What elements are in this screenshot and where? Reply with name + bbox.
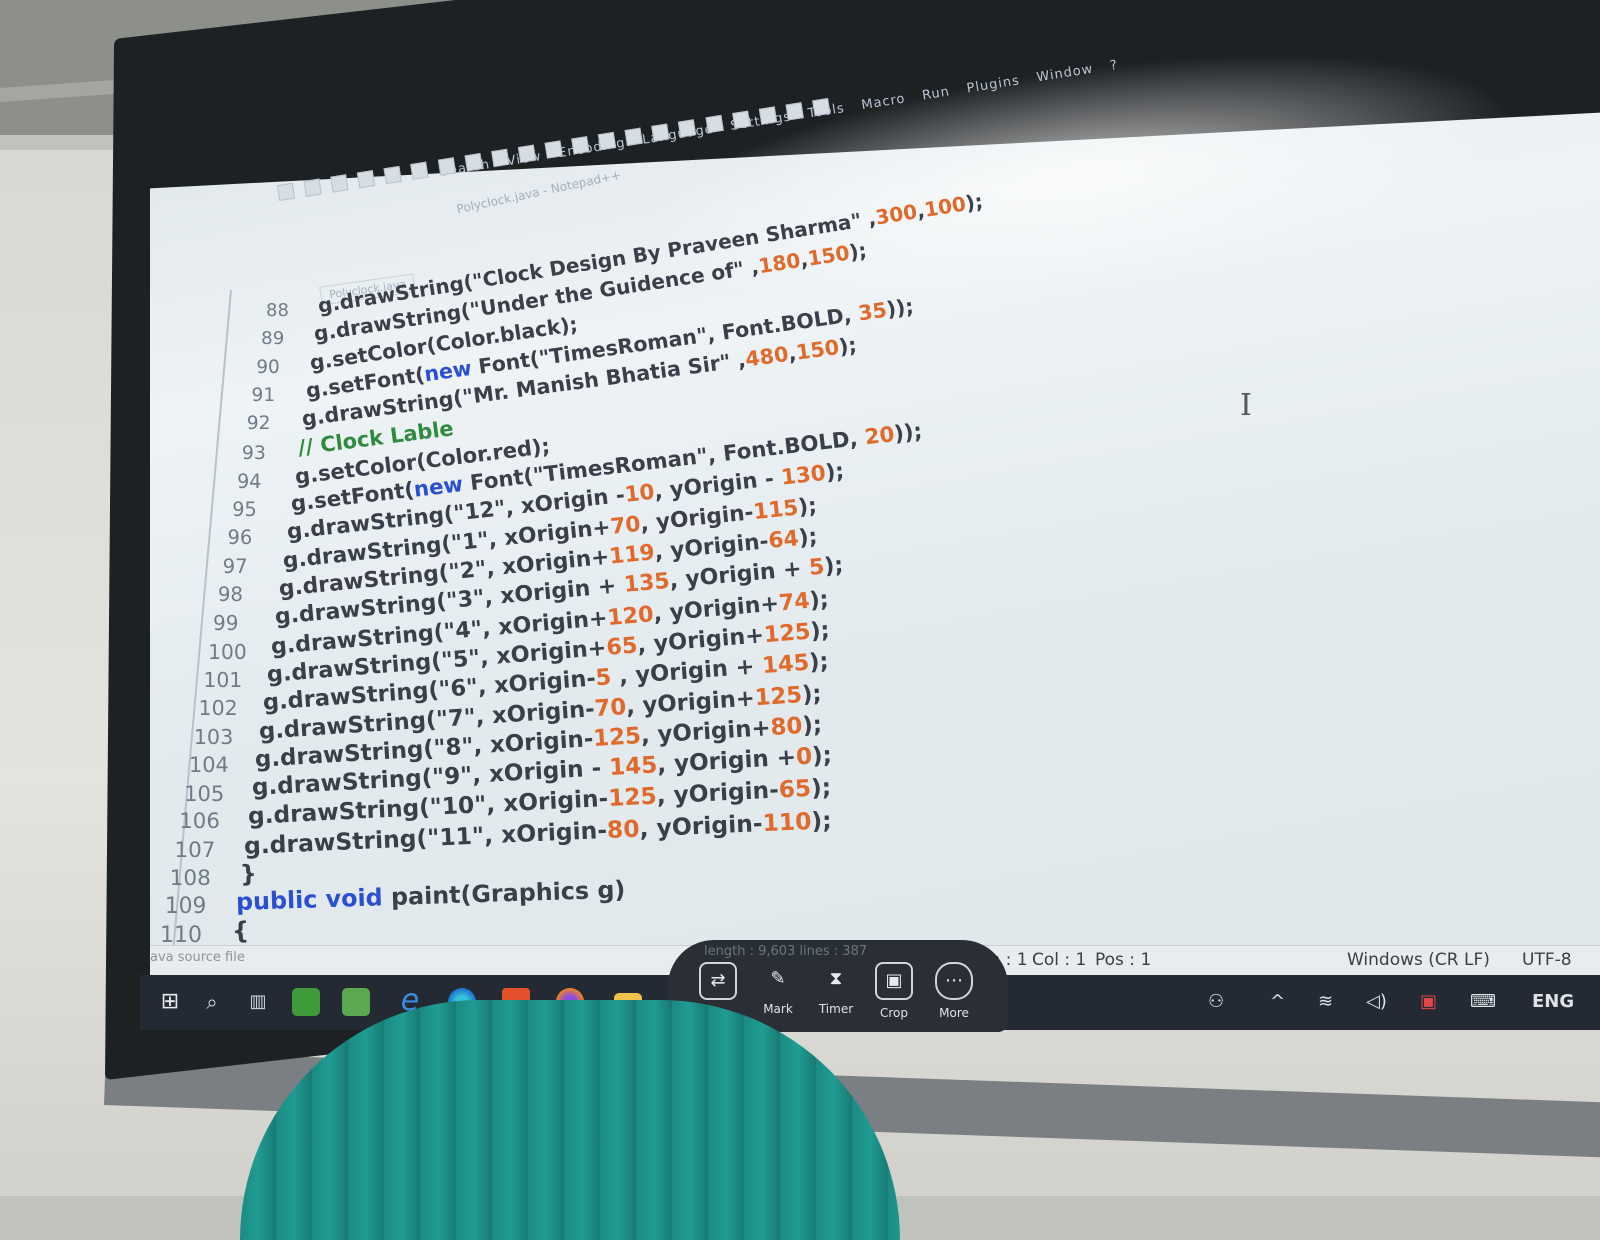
tv-bezel xyxy=(105,0,1600,1080)
